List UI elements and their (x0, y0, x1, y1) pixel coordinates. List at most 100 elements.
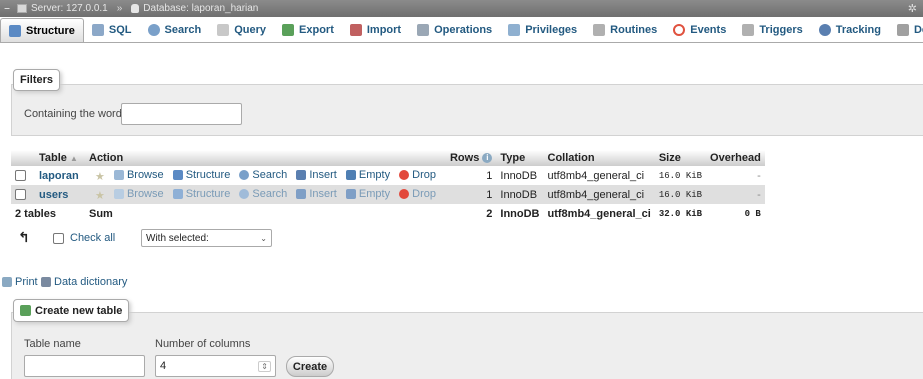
header-rows-label: Rows (449, 152, 480, 164)
insert-action[interactable]: Insert (296, 188, 337, 200)
breadcrumb-database[interactable]: Database: laporan_harian (143, 3, 258, 14)
with-selected-value: With selected: (146, 232, 209, 244)
tab-label: Routines (610, 23, 658, 36)
database-icon (131, 4, 140, 13)
tab-label: Export (299, 23, 334, 36)
sql-icon (91, 23, 104, 36)
create-table-legend-label: Create new table (35, 304, 123, 317)
tab-label: Events (690, 23, 727, 36)
tab-sql[interactable]: SQL (84, 17, 140, 42)
search-label: Search (252, 187, 288, 200)
tab-label: Operations (434, 23, 493, 36)
check-all-label[interactable]: Check all (70, 232, 115, 244)
header-type: Type (496, 150, 544, 166)
check-all-checkbox[interactable] (53, 233, 64, 244)
insert-label: Insert (309, 187, 337, 200)
row-type: InnoDB (496, 166, 544, 185)
filter-label: Containing the word: (24, 108, 125, 120)
table-name-link[interactable]: laporan (35, 166, 85, 185)
table-name-input[interactable] (24, 355, 145, 377)
wrench-icon (417, 23, 430, 36)
search-action[interactable]: Search (239, 188, 287, 200)
tab-label: Import (366, 23, 402, 36)
drop-label: Drop (412, 187, 436, 200)
tab-routines[interactable]: Routines (585, 17, 665, 42)
summary-size: 32.0 KiB (654, 204, 707, 223)
insert-action[interactable]: Insert (296, 169, 337, 181)
tab-triggers[interactable]: Triggers (734, 17, 810, 42)
filter-input[interactable] (121, 103, 242, 125)
drop-action[interactable]: Drop (399, 169, 436, 181)
tab-label: Triggers (759, 23, 803, 36)
data-dictionary-icon (41, 277, 51, 287)
favorite-star-icon[interactable]: ★ (95, 190, 105, 202)
tab-query[interactable]: Query (209, 17, 274, 42)
structure-icon (172, 169, 183, 180)
search-action[interactable]: Search (239, 169, 287, 181)
create-button[interactable]: Create (286, 356, 334, 377)
search-icon (239, 169, 250, 180)
drop-label: Drop (412, 168, 436, 181)
browse-action[interactable]: Browse (113, 168, 164, 181)
stepper-arrows-icon[interactable]: ⇕ (258, 360, 271, 372)
print-link[interactable]: Print (2, 276, 38, 288)
data-dictionary-link[interactable]: Data dictionary (41, 276, 127, 288)
structure-action[interactable]: Structure (172, 188, 230, 200)
tab-label: Structure (26, 24, 75, 37)
browse-label: Browse (126, 168, 164, 181)
favorite-star-icon[interactable]: ★ (95, 171, 105, 183)
table-name-link[interactable]: users (35, 185, 85, 204)
browse-icon (113, 169, 124, 180)
info-icon[interactable]: i (482, 153, 493, 164)
browse-label: Browse (126, 187, 164, 200)
tab-label: Privileges (525, 23, 578, 36)
empty-label: Empty (358, 187, 391, 200)
server-icon (17, 4, 27, 13)
tab-operations[interactable]: Operations (409, 17, 500, 42)
tab-export[interactable]: Export (274, 17, 342, 42)
row-overhead: - (706, 185, 765, 204)
tab-label: SQL (108, 23, 132, 36)
tab-import[interactable]: Import (342, 17, 409, 42)
collapse-icon[interactable]: – (0, 3, 14, 14)
with-selected-dropdown[interactable]: With selected: ⌄ (141, 229, 272, 247)
summary-type: InnoDB (496, 204, 544, 223)
tab-designer[interactable]: Designer (889, 17, 923, 42)
table-row: laporan ★ Browse Structure Search Insert… (11, 166, 765, 185)
tab-events[interactable]: Events (665, 17, 734, 42)
row-checkbox[interactable] (15, 170, 26, 182)
header-collation: Collation (543, 150, 655, 166)
tab-structure[interactable]: Structure (0, 18, 84, 42)
drop-action[interactable]: Drop (399, 188, 436, 200)
empty-action[interactable]: Empty (345, 169, 390, 181)
table-header-row: Table ▲ Action Rows i Type Collation Siz… (11, 150, 765, 166)
search-label: Search (252, 168, 288, 181)
row-checkbox-cell (11, 185, 35, 204)
structure-action[interactable]: Structure (172, 168, 231, 181)
tab-label: Query (234, 23, 267, 36)
tab-bar: Structure SQL Search Query Export Import… (0, 17, 923, 43)
create-table-legend: Create new table (13, 299, 130, 322)
header-spacer (11, 150, 35, 166)
browse-icon (113, 188, 124, 199)
privileges-icon (508, 23, 521, 36)
empty-action[interactable]: Empty (345, 187, 391, 200)
tab-tracking[interactable]: Tracking (811, 17, 889, 42)
structure-label: Structure (185, 168, 231, 181)
browse-action[interactable]: Browse (113, 187, 164, 200)
export-icon (282, 23, 295, 36)
sort-arrow-icon: ▲ (69, 154, 78, 163)
tab-label: Tracking (835, 23, 881, 36)
tab-search[interactable]: Search (140, 17, 210, 42)
gear-icon[interactable]: ✲ (908, 2, 917, 15)
summary-collation: utf8mb4_general_ci (543, 204, 655, 223)
tab-privileges[interactable]: Privileges (500, 17, 585, 42)
summary-row: 2 tables Sum 2 InnoDB utf8mb4_general_ci… (11, 204, 765, 223)
row-checkbox[interactable] (15, 189, 26, 201)
row-checkbox-cell (11, 166, 35, 185)
header-rows: Rows i (445, 150, 497, 166)
columns-label: Number of columns (155, 338, 251, 350)
columns-stepper[interactable]: 4 ⇕ (155, 355, 276, 377)
header-table[interactable]: Table ▲ (35, 150, 85, 166)
breadcrumb-server[interactable]: Server: 127.0.0.1 (31, 3, 108, 14)
